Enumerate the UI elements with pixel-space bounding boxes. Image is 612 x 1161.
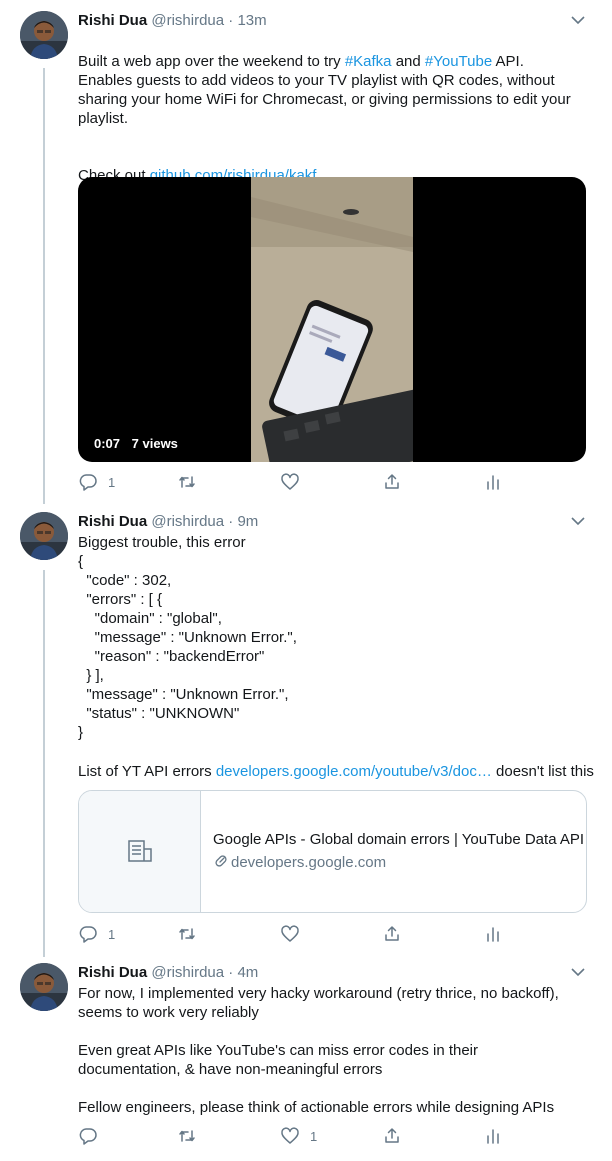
author-handle[interactable]: @rishirdua [151,513,224,530]
like-icon [281,1127,299,1144]
link-icon [215,855,227,867]
author-name[interactable]: Rishi Dua [78,12,147,29]
like-button[interactable]: 1 [280,1126,317,1146]
tweet-actions: 1 [78,472,508,492]
tweet-text: Biggest trouble, this error { "code" : 3… [78,534,297,741]
retweet-button[interactable] [177,472,207,492]
hashtag-link[interactable]: #Kafka [345,53,392,70]
video-duration: 0:07 [94,436,121,451]
document-icon [128,840,152,862]
video-views: 7 views [131,436,178,451]
hashtag-link[interactable]: #YouTube [425,53,492,70]
reply-button[interactable]: 1 [78,924,115,944]
tweet-header: Rishi Dua @rishirdua · 13m [78,11,267,31]
retweet-button[interactable] [177,924,207,944]
share-button[interactable] [382,924,402,944]
share-icon [385,474,399,489]
tweet-paragraph: Fellow engineers, please think of action… [78,1099,555,1116]
like-icon [281,473,299,490]
video-player[interactable]: 0:07 7 views [78,177,586,462]
retweet-icon [179,476,195,488]
tweet-1[interactable]: Rishi Dua @rishirdua · 13m Built a web a… [0,11,612,501]
tweet-3[interactable]: Rishi Dua @rishirdua · 4m For now, I imp… [0,963,612,1153]
link-card[interactable]: Google APIs - Global domain errors | You… [78,790,587,913]
reply-icon [79,474,97,491]
tweet-actions: 1 [78,924,508,944]
tweet-header: Rishi Dua @rishirdua · 9m [78,512,258,532]
author-name[interactable]: Rishi Dua [78,513,147,530]
retweet-icon [179,928,195,940]
share-button[interactable] [382,1126,402,1146]
video-meta: 0:07 7 views [94,436,186,451]
tweet-actions: 1 [78,1126,508,1146]
reply-button[interactable]: 1 [78,472,115,492]
reply-count: 1 [108,926,116,942]
author-handle[interactable]: @rishirdua [151,964,224,981]
analytics-button[interactable] [483,472,503,492]
avatar[interactable] [20,11,68,59]
chevron-down-icon[interactable] [571,967,585,977]
developers-link[interactable]: developers.google.com/youtube/v3/doc… [216,763,492,780]
analytics-icon [487,1129,499,1144]
tweet-paragraph: For now, I implemented very hacky workar… [78,985,559,1021]
retweet-button[interactable] [177,1126,207,1146]
tweet-paragraph: Enables guests to add videos to your TV … [78,72,571,127]
retweet-icon [179,1130,195,1142]
card-url: developers.google.com [213,853,386,871]
analytics-icon [487,475,499,490]
tweet-paragraph: Even great APIs like YouTube's can miss … [78,1042,479,1078]
timestamp[interactable]: 9m [237,513,258,530]
author-handle[interactable]: @rishirdua [151,12,224,29]
timestamp[interactable]: 13m [237,12,266,29]
card-thumbnail [79,791,201,912]
share-icon [385,926,399,941]
reply-button[interactable] [78,1126,108,1146]
author-name[interactable]: Rishi Dua [78,964,147,981]
timestamp[interactable]: 4m [237,964,258,981]
like-button[interactable] [280,472,310,492]
avatar[interactable] [20,512,68,560]
reply-count: 1 [108,474,116,490]
reply-icon [79,1128,97,1145]
separator: · [228,12,234,29]
tweet-paragraph: List of YT API errors developers.google.… [78,763,594,780]
separator: · [228,513,234,530]
like-count: 1 [310,1128,318,1144]
analytics-button[interactable] [483,924,503,944]
reply-icon [79,926,97,943]
chevron-down-icon[interactable] [571,516,585,526]
video-frame [251,177,413,462]
share-icon [385,1128,399,1143]
chevron-down-icon[interactable] [571,15,585,25]
avatar[interactable] [20,963,68,1011]
like-icon [281,925,299,942]
tweet-text: Built a web app over the weekend to try … [78,53,524,70]
card-title: Google APIs - Global domain errors | You… [213,831,585,848]
analytics-button[interactable] [483,1126,503,1146]
tweet-header: Rishi Dua @rishirdua · 4m [78,963,258,983]
analytics-icon [487,927,499,942]
like-button[interactable] [280,924,310,944]
tweet-2[interactable]: Rishi Dua @rishirdua · 9m Biggest troubl… [0,512,612,952]
share-button[interactable] [382,472,402,492]
separator: · [228,964,234,981]
